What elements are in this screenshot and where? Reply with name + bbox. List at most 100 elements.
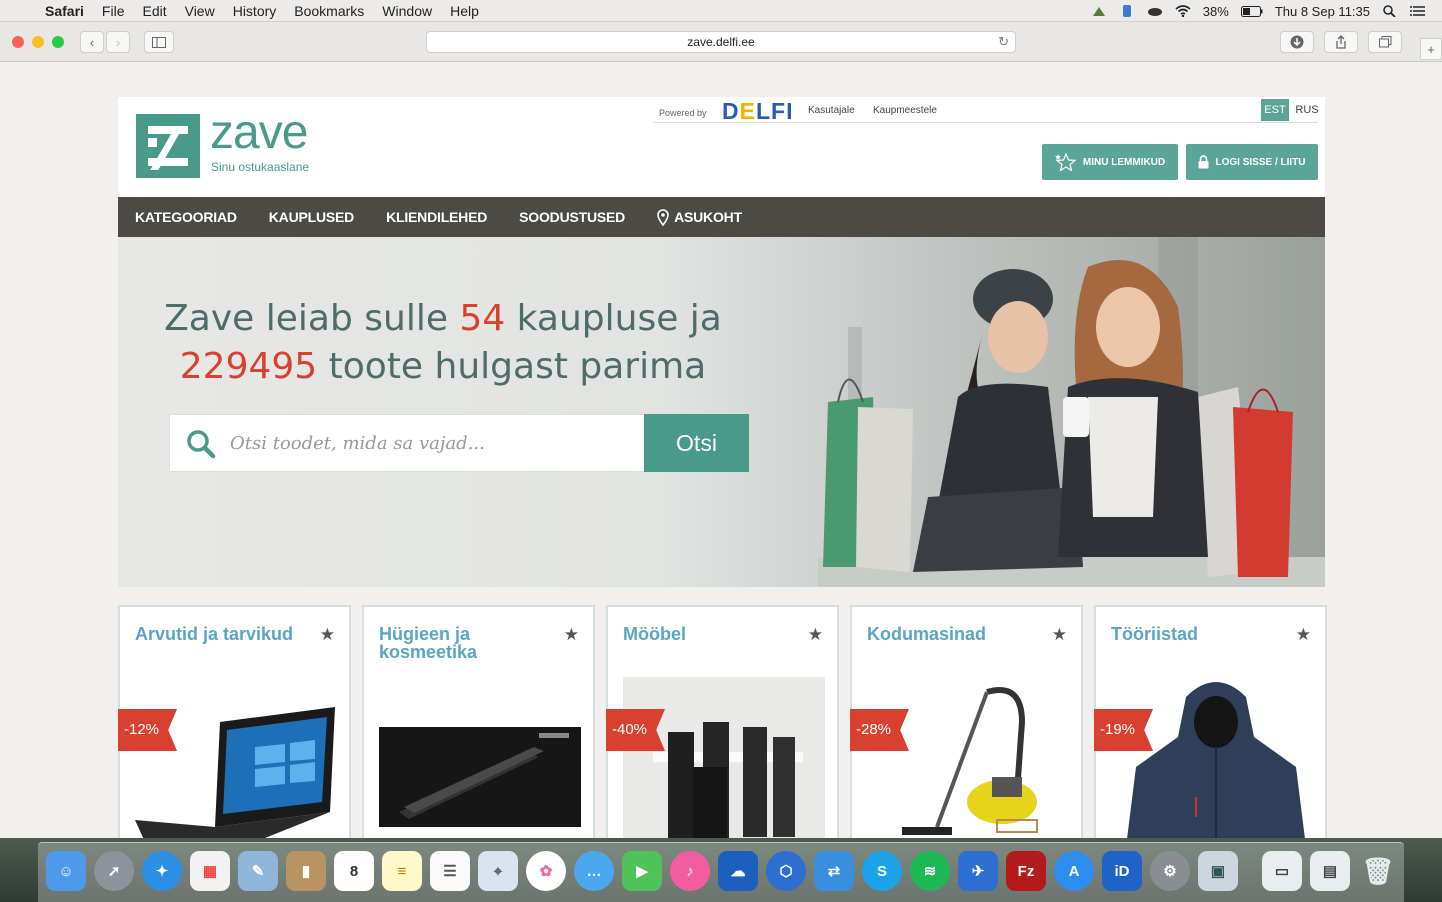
safari-icon[interactable]: ✦ [142, 851, 182, 891]
image-capture-icon[interactable]: ▣ [1198, 851, 1238, 891]
menu-file[interactable]: File [93, 3, 134, 19]
tabs-overview-button[interactable] [1368, 31, 1402, 53]
close-window-button[interactable] [12, 36, 24, 48]
category-title[interactable]: Kodumasinad [867, 625, 1042, 643]
menu-history[interactable]: History [224, 3, 286, 19]
wifi-icon[interactable] [1175, 5, 1191, 17]
battery-percent: 38% [1202, 3, 1229, 19]
notification-center-icon[interactable] [1410, 5, 1426, 17]
nav-kliendilehed[interactable]: KLIENDILEHED [386, 209, 487, 225]
search-button[interactable]: Otsi [644, 414, 749, 472]
lang-est[interactable]: EST [1261, 99, 1289, 121]
share-button[interactable] [1324, 31, 1358, 53]
zoom-window-button[interactable] [52, 36, 64, 48]
nav-kauplused[interactable]: KAUPLUSED [269, 209, 355, 225]
teamviewer-icon[interactable]: ⇄ [814, 851, 854, 891]
category-title[interactable]: Hügieen ja kosmeetika [379, 625, 554, 661]
calendar-icon[interactable]: 8 [334, 851, 374, 891]
app-tray-icon[interactable] [1091, 5, 1107, 17]
launchpad-icon[interactable]: ➚ [94, 851, 134, 891]
header-divider [653, 122, 1318, 123]
chevron-right-icon: › [115, 34, 121, 50]
category-card-kodumasinad[interactable]: Kodumasinad ★ -28% [850, 605, 1083, 845]
finder-icon[interactable]: ☺ [46, 851, 86, 891]
login-button[interactable]: LOGI SISSE / LIITU [1186, 144, 1318, 180]
system-preferences-icon[interactable]: ⚙ [1150, 851, 1190, 891]
sidebar-icon [152, 36, 166, 48]
app-blue-icon[interactable]: ⬡ [766, 851, 806, 891]
reload-icon[interactable]: ↻ [998, 32, 1009, 52]
link-kaupmeestele[interactable]: Kaupmeestele [873, 105, 937, 116]
category-title[interactable]: Tööriistad [1111, 625, 1286, 643]
messages-icon[interactable]: … [574, 851, 614, 891]
star-icon[interactable]: ★ [808, 625, 823, 645]
nav-asukoht[interactable]: ASUKOHT [657, 208, 742, 226]
app-wings-icon[interactable]: ✈ [958, 851, 998, 891]
menu-view[interactable]: View [176, 3, 224, 19]
hero-photo [818, 237, 1325, 587]
battery-icon[interactable] [1240, 5, 1263, 17]
clock[interactable]: Thu 8 Sep 11:35 [1275, 4, 1370, 19]
stack-downloads-icon[interactable]: ▭ [1262, 851, 1302, 891]
nav-soodustused[interactable]: SOODUSTUSED [519, 209, 625, 225]
delfi-logo[interactable]: DELFI [722, 98, 793, 125]
apps-grid-icon[interactable]: ▦ [190, 851, 230, 891]
menu-help[interactable]: Help [441, 3, 488, 19]
lock-icon [1198, 155, 1209, 169]
lang-rus[interactable]: RUS [1293, 99, 1321, 121]
menu-edit[interactable]: Edit [133, 3, 175, 19]
category-cards: Arvutid ja tarvikud ★ -12% Hügieen ja ko… [118, 605, 1330, 847]
search-input[interactable] [230, 415, 630, 471]
trash-icon[interactable]: 🗑 [1358, 851, 1398, 891]
category-card-hygieen[interactable]: Hügieen ja kosmeetika ★ [362, 605, 595, 845]
star-icon[interactable]: ★ [320, 625, 335, 645]
preview-icon[interactable]: ✎ [238, 851, 278, 891]
menu-app[interactable]: Safari [36, 3, 93, 19]
cloud-tray-icon[interactable] [1147, 5, 1163, 17]
sidebar-button[interactable] [144, 31, 174, 53]
link-kasutajale[interactable]: Kasutajale [808, 105, 855, 116]
category-title[interactable]: Arvutid ja tarvikud [135, 625, 310, 643]
category-card-arvutid[interactable]: Arvutid ja tarvikud ★ -12% [118, 605, 351, 845]
onedrive-icon[interactable]: ☁ [718, 851, 758, 891]
facetime-icon[interactable]: ▶ [622, 851, 662, 891]
spotlight-icon[interactable] [1382, 5, 1398, 17]
category-title[interactable]: Mööbel [623, 625, 798, 643]
contacts-icon[interactable]: ▮ [286, 851, 326, 891]
star-icon[interactable]: ★ [564, 625, 579, 645]
spotify-icon[interactable]: ≋ [910, 851, 950, 891]
category-card-moobel[interactable]: Mööbel ★ -40% [606, 605, 839, 847]
search-icon [187, 430, 216, 459]
filezilla-icon[interactable]: Fz [1006, 851, 1046, 891]
downloads-button[interactable] [1280, 31, 1314, 53]
back-button[interactable]: ‹ [80, 31, 104, 53]
address-bar[interactable]: zave.delfi.ee ↻ [426, 31, 1016, 53]
menu-window[interactable]: Window [373, 3, 441, 19]
favorites-button[interactable]: MINU LEMMIKUD [1042, 144, 1178, 180]
star-icon[interactable]: ★ [1296, 625, 1311, 645]
digidoc-icon[interactable]: iD [1102, 851, 1142, 891]
zave-logo-mark[interactable] [136, 114, 200, 178]
skype-icon[interactable]: S [862, 851, 902, 891]
itunes-icon[interactable]: ♪ [670, 851, 710, 891]
hero-title: Zave leiab sulle 54 kaupluse ja 229495 t… [118, 295, 768, 391]
category-card-tooriistad[interactable]: Tööriistad ★ -19% [1094, 605, 1327, 847]
site-header: zave Sinu ostukaaslane Powered by DELFI … [118, 97, 1325, 197]
minimize-window-button[interactable] [32, 36, 44, 48]
stack-documents-icon[interactable]: ▤ [1310, 851, 1350, 891]
logo-word[interactable]: zave [210, 105, 308, 160]
phone-tray-icon[interactable] [1119, 5, 1135, 17]
new-tab-button[interactable]: + [1420, 38, 1442, 60]
delfi-logo-rest: LFI [755, 98, 794, 124]
app-store-icon[interactable]: A [1054, 851, 1094, 891]
photos-icon[interactable]: ✿ [526, 851, 566, 891]
forward-button[interactable]: › [106, 31, 130, 53]
reminders-icon[interactable]: ☰ [430, 851, 470, 891]
login-button-label: LOGI SISSE / LIITU [1215, 156, 1306, 168]
search-box [169, 414, 645, 472]
maps-icon[interactable]: ⌖ [478, 851, 518, 891]
star-icon[interactable]: ★ [1052, 625, 1067, 645]
notes-icon[interactable]: ≡ [382, 851, 422, 891]
nav-kategooriad[interactable]: KATEGOORIAD [135, 209, 237, 225]
menu-bookmarks[interactable]: Bookmarks [285, 3, 373, 19]
